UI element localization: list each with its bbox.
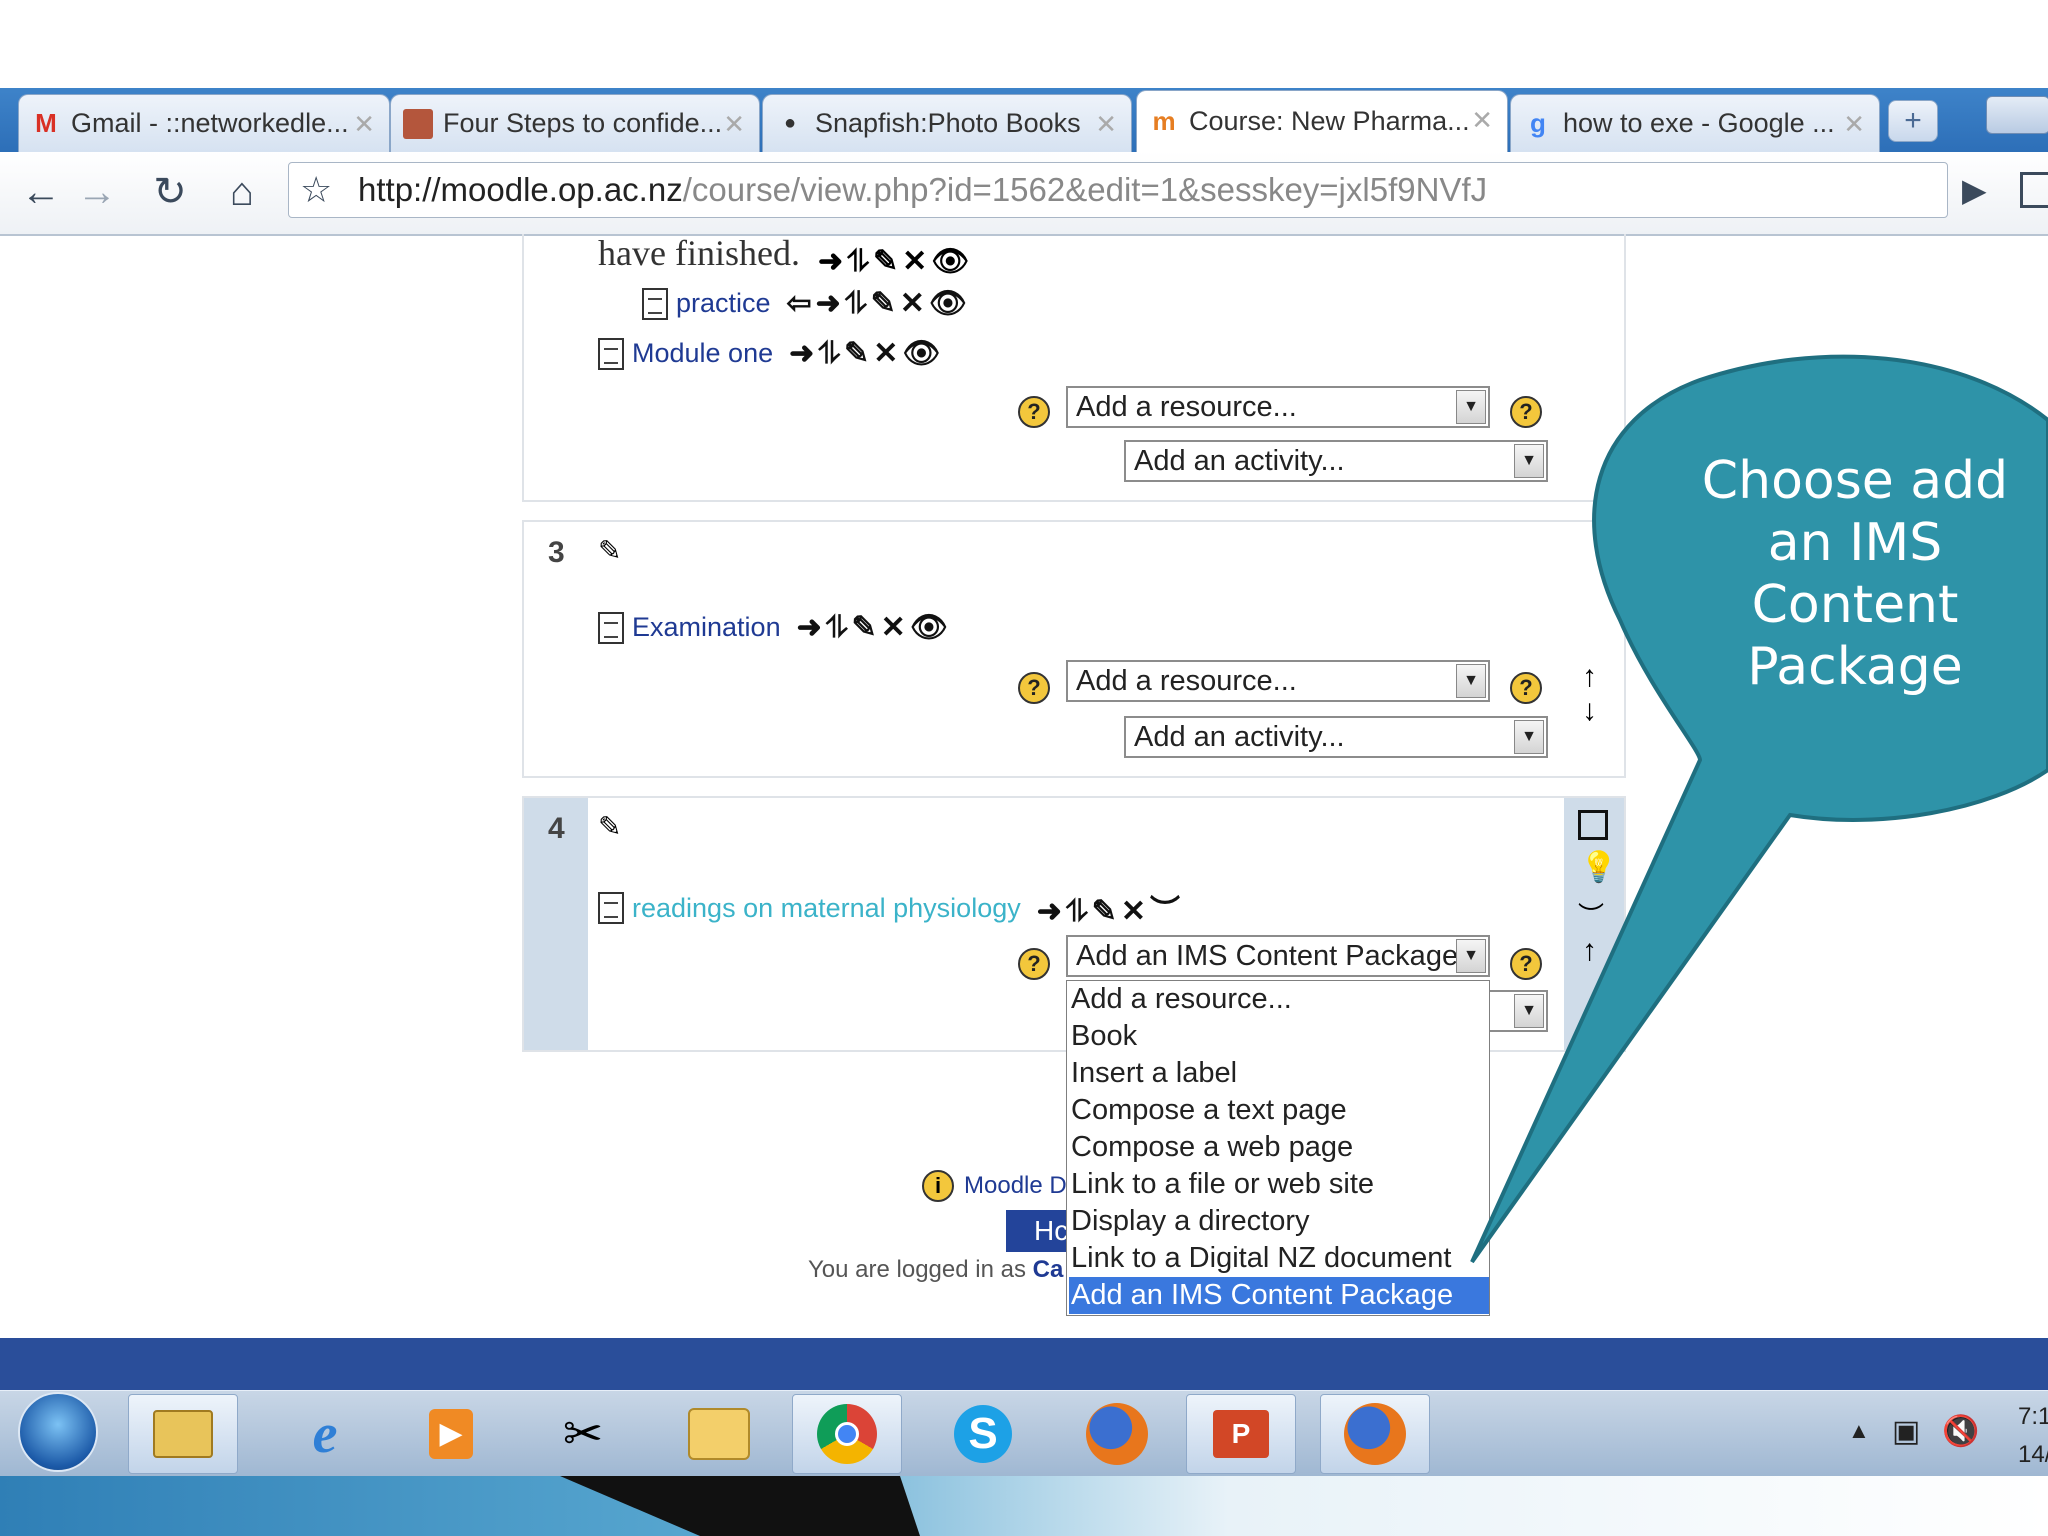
volume-muted-icon[interactable]: 🔇	[1942, 1414, 1979, 1449]
callout-line: Choose add	[1701, 451, 2009, 511]
taskbar-band	[0, 1338, 2048, 1390]
media-player-icon[interactable]: ▶	[396, 1394, 506, 1474]
tools-icon[interactable]: ✂	[528, 1394, 638, 1474]
system-clock[interactable]: 7:1 14/	[2018, 1398, 2048, 1474]
clock-date: 14/	[2018, 1441, 2048, 1468]
firefox-icon[interactable]	[1320, 1394, 1430, 1474]
skype-icon[interactable]: S	[928, 1394, 1038, 1474]
callout-line: an IMS	[1767, 513, 1943, 573]
tray-expand-icon[interactable]: ▲	[1848, 1418, 1870, 1444]
outlook-icon[interactable]	[664, 1394, 774, 1474]
callout-line: Content	[1751, 575, 1959, 635]
chrome-icon[interactable]	[792, 1394, 902, 1474]
start-orb-icon[interactable]	[18, 1392, 98, 1472]
internet-explorer-icon[interactable]: e	[270, 1394, 380, 1474]
network-icon[interactable]: ▣	[1892, 1414, 1920, 1449]
slide-decoration-band	[0, 1476, 2048, 1536]
firefox-icon[interactable]	[1062, 1394, 1172, 1474]
callout-bubble	[1470, 354, 2048, 1264]
clock-time: 7:1	[2018, 1403, 2048, 1430]
callout-text: Choose add an IMS Content Package	[1680, 450, 2030, 698]
callout-line: Package	[1747, 637, 1963, 697]
explorer-icon[interactable]	[128, 1394, 238, 1474]
powerpoint-icon[interactable]: P	[1186, 1394, 1296, 1474]
